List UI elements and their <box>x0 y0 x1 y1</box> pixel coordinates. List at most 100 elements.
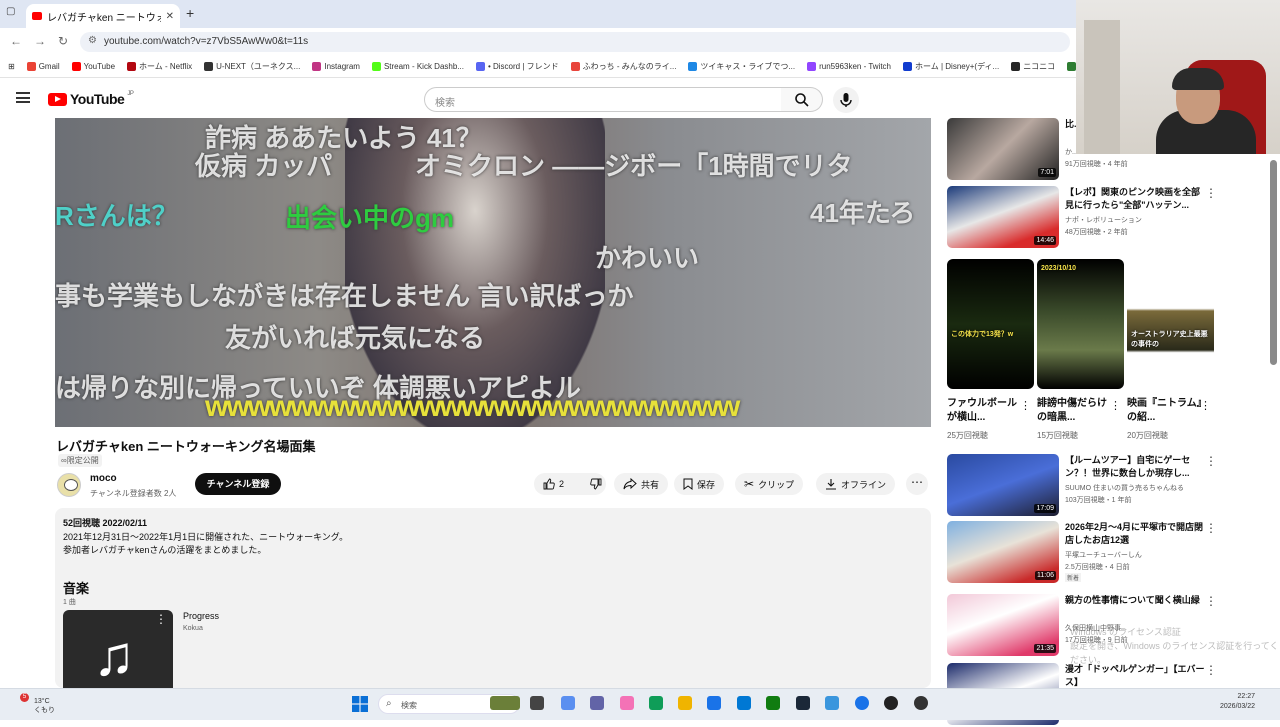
browser-tab-active[interactable]: レバガチャken ニートウォーキング名場面 ✕ <box>26 4 180 28</box>
taskbar-app-icon[interactable] <box>825 696 839 710</box>
bookmark-item[interactable]: U-NEXT（ユーネクス... <box>204 61 300 72</box>
bookmark-item[interactable]: Stream - Kick Dashb... <box>371 62 464 71</box>
recommendation-item[interactable]: 14:46 【レポ】関東のピンク映画を全部見に行ったら"全部"ハッテン... ナポ・… <box>947 186 1247 250</box>
search-input[interactable]: 検索 <box>424 87 782 112</box>
bookmark-item[interactable]: • Discord | フレンド <box>475 61 559 72</box>
dislike-button[interactable] <box>581 473 611 495</box>
offline-label: オフライン <box>841 479 887 490</box>
bookmark-label: Gmail <box>38 62 60 71</box>
taskbar-app-icon[interactable] <box>590 696 604 710</box>
youtube-favicon-icon <box>32 12 42 20</box>
short-item[interactable]: オーストラリア史上最悪の事件の 映画『ニトラム』の紹... ⋮ 20万回視聴 <box>1127 259 1214 440</box>
recommendation-title[interactable]: 親方の性事情について聞く横山緑 <box>1065 594 1205 607</box>
video-player[interactable]: 詐病 ああたいよう 41？ 仮病 カッパ オミクロン ――ジボー「1時間でリタ Rさん… <box>55 118 931 427</box>
recommendation-title[interactable]: 【レポ】関東のピンク映画を全部見に行ったら"全部"ハッテン... <box>1065 186 1205 212</box>
forward-button[interactable]: → <box>34 34 46 48</box>
bookmark-item[interactable]: ホーム - Netflix <box>127 61 192 72</box>
short-views: 25万回視聴 <box>947 431 988 440</box>
kebab-icon[interactable]: ⋮ <box>1205 594 1217 608</box>
short-title[interactable]: ファウルボールが横山... <box>947 397 1022 425</box>
taskbar-app-icon[interactable] <box>561 696 575 710</box>
recommendation-item[interactable]: 17:09 【ルームツアー】自宅にゲーセン？！世界に数台しか現存し... SUUMO… <box>947 454 1247 518</box>
taskbar-app-icon[interactable] <box>796 696 810 710</box>
taskbar-app-icon[interactable] <box>855 696 869 710</box>
apps-grid-icon[interactable]: ⊞ <box>8 62 15 71</box>
recommendation-thumbnail[interactable]: 14:46 <box>947 186 1059 248</box>
windows-start-button[interactable] <box>352 696 368 712</box>
recommendation-thumbnail[interactable]: 11:06 <box>947 521 1059 583</box>
recommendation-item[interactable]: 11:06 2026年2月～4月に平塚市で開店閉店したお店12選平塚ユーチューバー… <box>947 521 1247 585</box>
more-actions-button[interactable]: ⋯ <box>906 473 928 495</box>
short-thumbnail[interactable]: オーストラリア史上最悪の事件の <box>1127 259 1214 389</box>
short-thumbnail[interactable]: この体力で13発？w <box>947 259 1034 389</box>
channel-avatar[interactable] <box>57 473 81 497</box>
bookmark-item[interactable]: Instagram <box>312 62 360 71</box>
site-info-icon[interactable]: ⚙ <box>88 35 97 46</box>
short-item[interactable]: この体力で13発？w ファウルボールが横山... ⋮ 25万回視聴 <box>947 259 1034 440</box>
taskbar-app-icon[interactable] <box>766 696 780 710</box>
taskbar-app-icon[interactable] <box>737 696 751 710</box>
recommendation-thumbnail[interactable]: 17:09 <box>947 454 1059 516</box>
bookmark-item[interactable]: run5963ken - Twitch <box>807 62 891 71</box>
taskbar-app-icon[interactable] <box>620 696 634 710</box>
share-button[interactable]: 共有 <box>614 473 669 495</box>
taskbar-app-icon[interactable] <box>678 696 692 710</box>
recommendation-meta: 48万回視聴・2 年前 <box>1065 229 1128 236</box>
recommendation-thumbnail[interactable]: 7:01 <box>947 118 1059 180</box>
short-title[interactable]: 映画『ニトラム』の紹... <box>1127 397 1202 425</box>
recommendation-channel[interactable]: ナポ・レボリューション <box>1065 215 1142 225</box>
video-duration: 14:46 <box>1034 236 1056 245</box>
recommendation-title[interactable]: 【ルームツアー】自宅にゲーセン？！世界に数台しか現存し... <box>1065 454 1205 480</box>
bookmark-item[interactable]: Gmail <box>26 62 60 71</box>
bookmark-item[interactable]: YouTube <box>71 62 115 71</box>
address-bar[interactable]: ⚙ youtube.com/watch?v=z7VbS5AwWw0&t=11s <box>80 32 1070 52</box>
tab-search-icon[interactable]: ▢ <box>6 6 15 17</box>
recommendation-meta: 103万回視聴・1 年前 <box>1065 497 1132 504</box>
share-label: 共有 <box>641 479 660 490</box>
recommendation-title[interactable]: 2026年2月～4月に平塚市で開店閉店したお店12選 <box>1065 521 1205 547</box>
bookmark-item[interactable]: ふわっち - みんなのライ... <box>570 61 676 72</box>
search-button[interactable] <box>781 87 823 112</box>
menu-icon[interactable] <box>16 92 30 103</box>
recommendation-thumbnail[interactable]: 21:35 <box>947 594 1059 656</box>
recommendation-channel[interactable]: 平塚ユーチューバーしん <box>1065 550 1142 560</box>
bookmark-item[interactable]: ホーム | Disney+(ディ... <box>903 61 999 72</box>
music-card[interactable]: ♫ ⋮ <box>63 610 173 688</box>
clip-button[interactable]: ✂ クリップ <box>735 473 804 495</box>
short-item[interactable]: 2023/10/10 誹謗中傷だらけの暗黒... ⋮ 15万回視聴 <box>1037 259 1124 440</box>
taskbar-app-icon[interactable] <box>914 696 928 710</box>
recommendation-channel[interactable]: SUUMO 住まいの買う売るちゃんねる <box>1065 483 1184 493</box>
kebab-icon[interactable]: ⋮ <box>1205 454 1217 468</box>
kebab-icon[interactable]: ⋮ <box>1205 186 1217 200</box>
offline-button[interactable]: オフライン <box>816 473 896 495</box>
subscribe-button[interactable]: チャンネル登録 <box>195 473 281 495</box>
taskbar-app-icon[interactable] <box>530 696 544 710</box>
bookmark-item[interactable]: ニコニコ <box>1011 61 1055 72</box>
close-tab-icon[interactable]: ✕ <box>166 11 174 22</box>
kebab-icon[interactable]: ⋮ <box>1020 399 1031 412</box>
kebab-icon[interactable]: ⋮ <box>1205 521 1217 535</box>
taskbar-app-icon[interactable] <box>649 696 663 710</box>
voice-search-button[interactable] <box>833 87 859 113</box>
back-button[interactable]: ← <box>10 34 22 48</box>
reload-button[interactable]: ↻ <box>58 34 68 48</box>
weather-widget[interactable]: 5 13°C くもり <box>8 693 55 715</box>
taskbar-app-icon[interactable] <box>490 696 520 710</box>
song-title[interactable]: Progress <box>183 611 219 621</box>
short-title[interactable]: 誹謗中傷だらけの暗黒... <box>1037 397 1112 425</box>
taskbar-clock[interactable]: 22:27 2026/03/22 <box>1220 692 1255 712</box>
save-button[interactable]: 保存 <box>674 473 725 495</box>
save-icon <box>683 478 693 490</box>
youtube-logo[interactable]: YouTube JP <box>48 91 134 107</box>
like-button[interactable]: 2 <box>534 473 573 495</box>
channel-name[interactable]: moco <box>90 473 117 484</box>
short-thumbnail[interactable]: 2023/10/10 <box>1037 259 1124 389</box>
sidebar-scrollbar[interactable] <box>1270 160 1277 365</box>
bookmark-item[interactable]: ツイキャス・ライブでつ... <box>688 61 795 72</box>
kebab-icon[interactable]: ⋮ <box>1200 399 1211 412</box>
new-tab-button[interactable]: + <box>186 5 194 21</box>
kebab-icon[interactable]: ⋮ <box>1110 399 1121 412</box>
music-kebab-icon[interactable]: ⋮ <box>155 612 167 626</box>
taskbar-app-icon[interactable] <box>707 696 721 710</box>
taskbar-app-icon[interactable] <box>884 696 898 710</box>
